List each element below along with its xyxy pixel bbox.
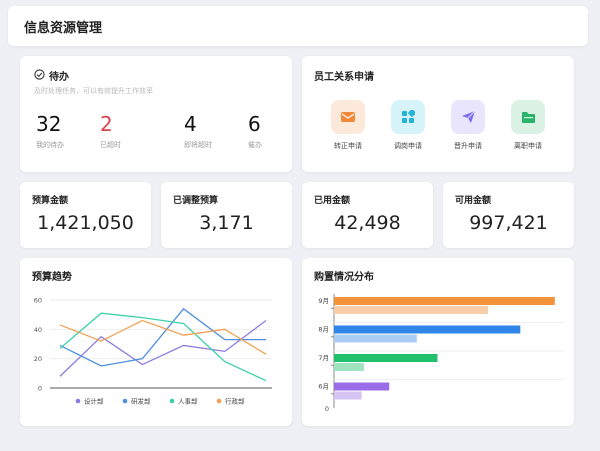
- legend-marker: [216, 398, 222, 404]
- check-circle-icon: [34, 68, 45, 83]
- purchase-card: 购置情况分布 9月 8月 7月 6月 0: [302, 258, 574, 426]
- app-label: 离职申请: [514, 142, 542, 150]
- category-label: 8月: [318, 326, 329, 334]
- stat-label: 催办: [248, 141, 262, 149]
- series-line: [59, 319, 267, 355]
- budget-label: 可用金额: [455, 196, 492, 206]
- y-tick-label: 40: [34, 326, 42, 334]
- bar: [334, 325, 521, 334]
- bar: [334, 391, 362, 400]
- budget-label: 已用金额: [314, 196, 351, 206]
- app-icon-box: [451, 100, 485, 134]
- bar: [334, 354, 438, 362]
- budget-value: 3,171: [199, 212, 254, 234]
- app-icon-box: [391, 100, 425, 134]
- app-promotion-request[interactable]: 晋升申请: [440, 100, 496, 151]
- category-label: 6月: [318, 383, 329, 391]
- purchase-bar-chart: 9月 8月 7月 6月 0: [318, 294, 564, 413]
- legend-label: 研发部: [131, 397, 151, 406]
- grid-icon: [402, 110, 415, 123]
- app-label: 晋升申请: [454, 142, 482, 150]
- paper-plane-icon: [461, 110, 475, 123]
- page-header: 信息资源管理: [8, 6, 588, 46]
- page-title: 信息资源管理: [24, 21, 103, 36]
- stat-label: 即将超时: [184, 141, 212, 149]
- app-transfer-request[interactable]: 调岗申请: [380, 100, 436, 151]
- stat-reminder[interactable]: 6 催办: [248, 112, 308, 150]
- budget-value: 997,421: [469, 212, 548, 234]
- trend-line-chart: 0 20 40 60 设计部 研发部 人事部 行政部: [34, 297, 272, 406]
- legend-label: 人事部: [178, 397, 198, 406]
- todo-title: 待办: [49, 72, 69, 83]
- zero-label: 0: [325, 405, 329, 413]
- stat-label: 我的待办: [36, 141, 64, 149]
- stat-due-soon[interactable]: 4 即将超时: [184, 112, 244, 150]
- legend-marker: [169, 398, 175, 404]
- budget-value: 42,498: [334, 212, 401, 234]
- apps-list: 转正申请 调岗申请 晋升申请 离职申请: [320, 100, 560, 160]
- legend-marker: [122, 398, 128, 404]
- legend-label: 设计部: [84, 397, 104, 406]
- budget-label: 预算金额: [32, 196, 69, 206]
- todo-header: 待办: [34, 68, 69, 83]
- trend-card: 预算趋势 0 20 40 60 设计部 研发部 人事部 行政部: [20, 258, 292, 426]
- category-label: 7月: [318, 354, 329, 362]
- budget-card-total: 预算金额 1,421,050: [20, 182, 151, 248]
- stat-value: 2: [100, 112, 113, 136]
- budget-card-used: 已用金额 42,498: [302, 182, 433, 248]
- y-tick-label: 0: [38, 385, 42, 393]
- bar: [334, 297, 555, 305]
- employee-apps-card: 员工关系申请 转正申请 调岗申请 晋升申请 离职申请: [302, 56, 574, 172]
- y-tick-label: 60: [34, 297, 42, 305]
- stat-value: 6: [248, 112, 261, 136]
- mail-icon: [341, 112, 355, 122]
- category-label: 9月: [318, 297, 329, 305]
- budget-value: 1,421,050: [37, 212, 134, 234]
- legend-label: 行政部: [225, 397, 245, 406]
- budget-card-adjusted: 已调整预算 3,171: [161, 182, 292, 248]
- app-resignation-request[interactable]: 离职申请: [500, 100, 556, 151]
- stat-value: 4: [184, 112, 197, 136]
- app-label: 转正申请: [334, 142, 362, 150]
- legend-marker: [75, 398, 81, 404]
- app-confirm-request[interactable]: 转正申请: [320, 100, 376, 151]
- stat-overdue[interactable]: 2 已超时: [100, 112, 160, 150]
- bar: [334, 306, 489, 314]
- budget-card-available: 可用金额 997,421: [443, 182, 574, 248]
- bar: [334, 382, 390, 391]
- stat-my-todo[interactable]: 32 我的待办: [36, 112, 96, 150]
- apps-title: 员工关系申请: [314, 72, 374, 83]
- bar: [334, 334, 417, 343]
- bar: [334, 363, 364, 371]
- y-tick-label: 20: [34, 355, 42, 363]
- todo-card: 待办 及时处理任务，可以有效提升工作效率 32 我的待办 2 已超时 4 即将超…: [20, 56, 292, 172]
- app-icon-box: [511, 100, 545, 134]
- app-icon-box: [331, 100, 365, 134]
- stat-label: 已超时: [100, 141, 121, 149]
- app-label: 调岗申请: [394, 142, 422, 150]
- folder-icon: [521, 111, 535, 123]
- stat-value: 32: [36, 112, 62, 136]
- budget-label: 已调整预算: [173, 196, 219, 206]
- todo-subtitle: 及时处理任务，可以有效提升工作效率: [34, 87, 153, 95]
